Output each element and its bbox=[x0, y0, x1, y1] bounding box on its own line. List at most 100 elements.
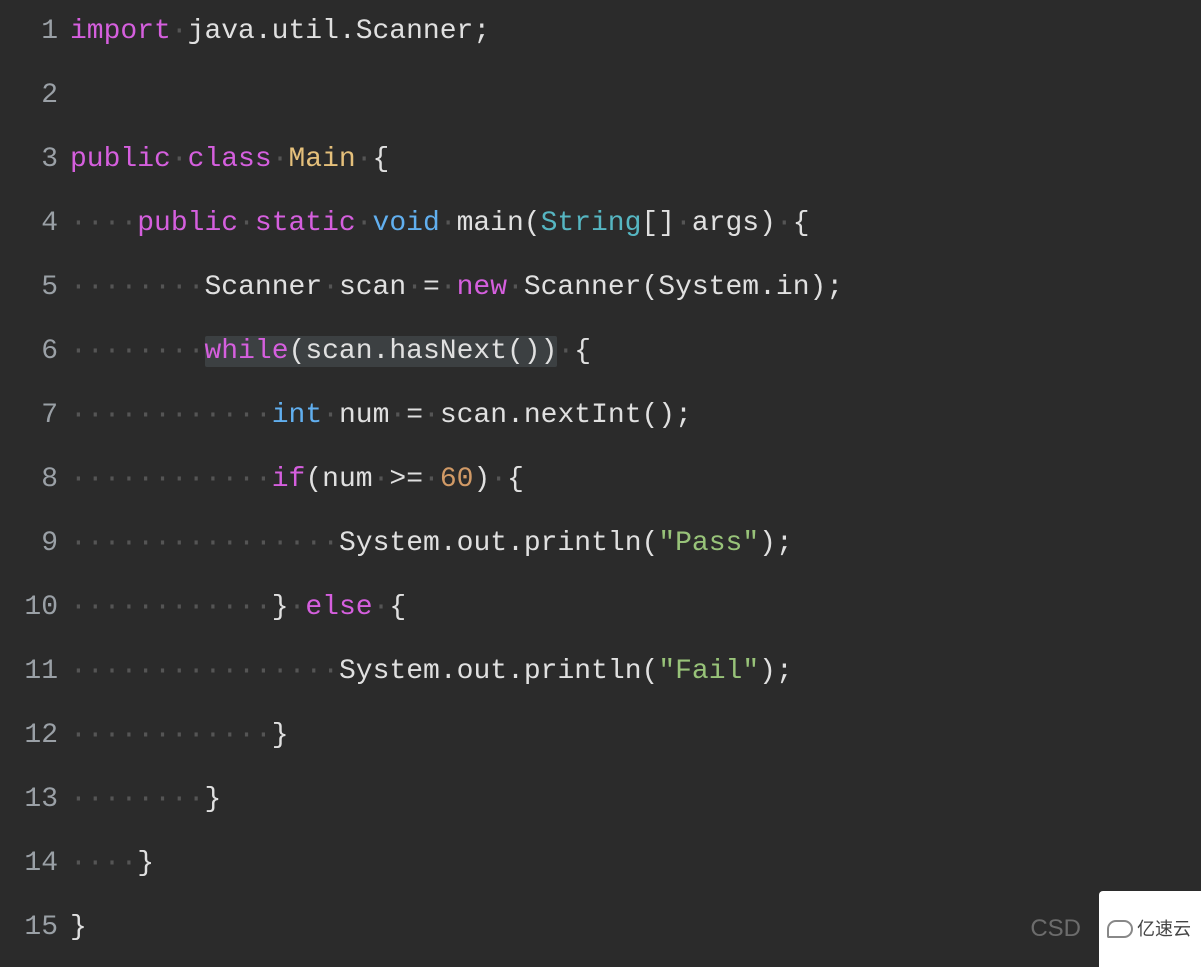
watermark-yisu: 亿速云 bbox=[1099, 891, 1201, 967]
token-ws-dot: · bbox=[440, 208, 457, 239]
token-kw-public: public bbox=[137, 208, 238, 239]
whitespace-dot: · bbox=[70, 464, 87, 495]
token-ident: out bbox=[457, 528, 507, 559]
code-line[interactable]: ············if(num·>=·60)·{ bbox=[70, 448, 1201, 512]
token-string: "Pass" bbox=[658, 528, 759, 559]
token-punct: = bbox=[423, 272, 440, 303]
token-punct: } bbox=[272, 720, 289, 751]
code-line[interactable]: ············} bbox=[70, 704, 1201, 768]
whitespace-dot: · bbox=[104, 400, 121, 431]
token-method: println bbox=[524, 656, 642, 687]
whitespace-dot: · bbox=[120, 848, 137, 879]
whitespace-dot: · bbox=[70, 272, 87, 303]
whitespace-dot: · bbox=[104, 336, 121, 367]
code-line[interactable]: ····} bbox=[70, 832, 1201, 896]
token-ws-dot: · bbox=[490, 464, 507, 495]
code-line[interactable]: ········} bbox=[70, 768, 1201, 832]
token-ws-dot: · bbox=[356, 144, 373, 175]
code-line[interactable]: ········Scanner·scan·=·new·Scanner(Syste… bbox=[70, 256, 1201, 320]
whitespace-dot: · bbox=[171, 720, 188, 751]
code-line[interactable]: ················System.out.println("Pass… bbox=[70, 512, 1201, 576]
whitespace-dot: · bbox=[104, 208, 121, 239]
token-kw-import: import bbox=[70, 16, 171, 47]
token-method: hasNext bbox=[389, 336, 507, 367]
whitespace-dot: · bbox=[221, 656, 238, 687]
whitespace-dot: · bbox=[120, 400, 137, 431]
token-ident: Scanner bbox=[356, 16, 474, 47]
token-punct: . bbox=[255, 16, 272, 47]
token-kw-void: void bbox=[373, 208, 440, 239]
token-ident: out bbox=[457, 656, 507, 687]
token-ws-dot: · bbox=[776, 208, 793, 239]
whitespace-dot: · bbox=[255, 656, 272, 687]
token-ws-dot: · bbox=[389, 400, 406, 431]
line-number: 3 bbox=[0, 128, 58, 192]
whitespace-dot: · bbox=[70, 784, 87, 815]
whitespace-dot: · bbox=[137, 720, 154, 751]
token-punct: ( bbox=[524, 208, 541, 239]
token-ident: num bbox=[322, 464, 372, 495]
whitespace-dot: · bbox=[238, 656, 255, 687]
whitespace-dot: · bbox=[104, 848, 121, 879]
whitespace-dot: · bbox=[154, 400, 171, 431]
whitespace-dot: · bbox=[221, 400, 238, 431]
token-ident: scan bbox=[305, 336, 372, 367]
watermark-csdn: CSD bbox=[1030, 897, 1081, 961]
token-punct: ( bbox=[641, 272, 658, 303]
token-kw-static: static bbox=[255, 208, 356, 239]
whitespace-dot: · bbox=[104, 720, 121, 751]
whitespace-dot: · bbox=[70, 336, 87, 367]
whitespace-dot: · bbox=[137, 400, 154, 431]
token-punct: ; bbox=[776, 528, 793, 559]
whitespace-dot: · bbox=[137, 272, 154, 303]
code-line[interactable] bbox=[70, 64, 1201, 128]
code-line[interactable]: ············int·num·=·scan.nextInt(); bbox=[70, 384, 1201, 448]
token-punct: . bbox=[373, 336, 390, 367]
code-line[interactable]: import·java.util.Scanner; bbox=[70, 0, 1201, 64]
code-editor[interactable]: 123456789101112131415 import·java.util.S… bbox=[0, 0, 1201, 967]
token-ident: java bbox=[188, 16, 255, 47]
line-number: 9 bbox=[0, 512, 58, 576]
whitespace-dot: · bbox=[171, 272, 188, 303]
token-ws-dot: · bbox=[322, 272, 339, 303]
code-line[interactable]: ············}·else·{ bbox=[70, 576, 1201, 640]
token-ident: Scanner bbox=[524, 272, 642, 303]
whitespace-dot: · bbox=[120, 464, 137, 495]
whitespace-dot: · bbox=[87, 208, 104, 239]
code-line[interactable]: public·class·Main·{ bbox=[70, 128, 1201, 192]
token-method: nextInt bbox=[524, 400, 642, 431]
whitespace-dot: · bbox=[137, 592, 154, 623]
whitespace-dot: · bbox=[255, 464, 272, 495]
code-area[interactable]: import·java.util.Scanner;public·class·Ma… bbox=[70, 0, 1201, 967]
token-punct: ( bbox=[642, 528, 659, 559]
whitespace-dot: · bbox=[171, 528, 188, 559]
whitespace-dot: · bbox=[255, 592, 272, 623]
token-punct: . bbox=[440, 656, 457, 687]
token-kw-while: while bbox=[205, 336, 289, 367]
whitespace-dot: · bbox=[188, 400, 205, 431]
token-ws-dot: · bbox=[423, 464, 440, 495]
whitespace-dot: · bbox=[205, 720, 222, 751]
whitespace-dot: · bbox=[238, 464, 255, 495]
token-punct: ( bbox=[642, 656, 659, 687]
whitespace-dot: · bbox=[104, 272, 121, 303]
code-line[interactable]: ········while(scan.hasNext())·{ bbox=[70, 320, 1201, 384]
whitespace-dot: · bbox=[171, 464, 188, 495]
token-classname: Main bbox=[288, 144, 355, 175]
token-punct: ; bbox=[473, 16, 490, 47]
token-punct: } bbox=[70, 912, 87, 943]
token-ws-dot: · bbox=[557, 336, 574, 367]
token-punct: >= bbox=[389, 464, 423, 495]
token-punct: { bbox=[793, 208, 810, 239]
code-line[interactable]: ····public·static·void·main(String[]·arg… bbox=[70, 192, 1201, 256]
whitespace-dot: · bbox=[70, 720, 87, 751]
whitespace-dot: · bbox=[272, 528, 289, 559]
token-punct: ) bbox=[759, 656, 776, 687]
code-line[interactable]: ················System.out.println("Fail… bbox=[70, 640, 1201, 704]
whitespace-dot: · bbox=[188, 272, 205, 303]
whitespace-dot: · bbox=[70, 400, 87, 431]
token-punct: } bbox=[205, 784, 222, 815]
token-ws-dot: · bbox=[507, 272, 524, 303]
whitespace-dot: · bbox=[238, 400, 255, 431]
whitespace-dot: · bbox=[137, 656, 154, 687]
